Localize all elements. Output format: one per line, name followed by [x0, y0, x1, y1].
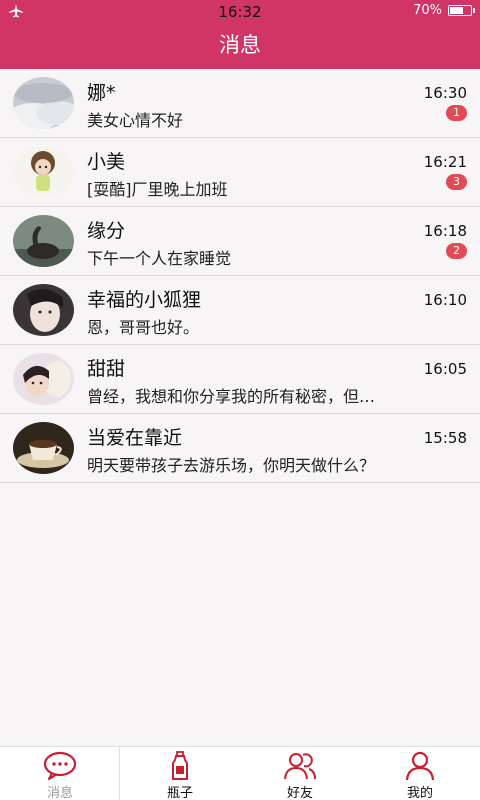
tab-label: 消息 — [46, 786, 73, 800]
tab-label: 我的 — [406, 786, 433, 800]
tab-label: 好友 — [286, 786, 313, 800]
last-message: 明天要带孩子去游乐场，你明天做什么？ — [87, 456, 376, 475]
message-time: 16:21 — [423, 153, 467, 171]
last-message: 恩，哥哥也好。 — [87, 318, 200, 337]
unread-badge: 3 — [446, 174, 467, 190]
conversation-list: 娜* 美女心情不好 16:30 1 小美 [耍酷]厂里晚上加班 16:21 3 … — [0, 69, 480, 483]
battery-icon — [448, 5, 475, 16]
tab-bottle[interactable]: 瓶子 — [120, 747, 240, 800]
coffee-cup-avatar[interactable] — [13, 422, 74, 474]
tab-me[interactable]: 我的 — [360, 747, 480, 800]
girl-portrait-avatar[interactable] — [13, 284, 74, 336]
unread-badge: 2 — [446, 243, 467, 259]
last-message: 下午一个人在家睡觉 — [87, 249, 232, 268]
last-message: 美女心情不好 — [87, 111, 184, 130]
conversation-item[interactable]: 幸福的小狐狸 恩，哥哥也好。 16:10 — [0, 276, 480, 345]
conversation-item[interactable]: 甜甜 曾经，我想和你分享我的所有秘密，但… 16:05 — [0, 345, 480, 414]
message-time: 16:18 — [423, 222, 467, 240]
contact-name: 缘分 — [87, 220, 126, 242]
swan-avatar[interactable] — [13, 215, 74, 267]
contact-name: 小美 — [87, 151, 126, 173]
girl-with-bear-avatar[interactable] — [13, 353, 74, 405]
message-time: 16:30 — [423, 84, 467, 102]
contact-name: 当爱在靠近 — [87, 427, 183, 449]
tab-label: 瓶子 — [166, 786, 193, 800]
message-time: 16:10 — [423, 291, 467, 309]
last-message: 曾经，我想和你分享我的所有秘密，但… — [87, 387, 376, 406]
conversation-item[interactable]: 当爱在靠近 明天要带孩子去游乐场，你明天做什么？ 15:58 — [0, 414, 480, 483]
bottle-icon — [172, 751, 188, 780]
status-time: 16:32 — [218, 3, 262, 21]
contact-name: 甜甜 — [87, 358, 126, 380]
unread-badge: 1 — [446, 105, 467, 121]
friends-icon — [284, 753, 316, 780]
page-title: 消息 — [0, 22, 480, 69]
bottom-tab-bar: 消息 瓶子 好友 我的 — [0, 746, 480, 800]
tab-friends[interactable]: 好友 — [240, 747, 360, 800]
doll-avatar[interactable] — [13, 146, 74, 198]
message-time: 16:05 — [423, 360, 467, 378]
message-time: 15:58 — [423, 429, 467, 447]
contact-name: 娜* — [87, 82, 116, 104]
battery-percentage: 70% — [413, 3, 442, 18]
tab-messages[interactable]: 消息 — [0, 747, 120, 800]
contact-name: 幸福的小狐狸 — [87, 289, 202, 311]
profile-icon — [405, 751, 435, 781]
last-message: [耍酷]厂里晚上加班 — [87, 180, 228, 199]
cloud-sky-avatar[interactable] — [13, 77, 74, 129]
conversation-item[interactable]: 小美 [耍酷]厂里晚上加班 16:21 3 — [0, 138, 480, 207]
conversation-item[interactable]: 娜* 美女心情不好 16:30 1 — [0, 69, 480, 138]
chat-bubble-icon — [43, 751, 77, 781]
conversation-item[interactable]: 缘分 下午一个人在家睡觉 16:18 2 — [0, 207, 480, 276]
status-bar: 16:32 70% — [0, 0, 480, 22]
